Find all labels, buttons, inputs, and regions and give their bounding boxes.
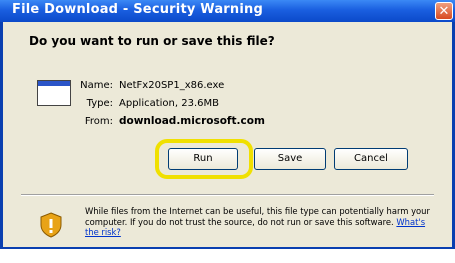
name-value: NetFx20SP1_x86.exe bbox=[119, 80, 225, 91]
run-button-highlight bbox=[155, 139, 253, 179]
warning-message: While files from the Internet can be use… bbox=[85, 206, 430, 227]
type-label: Type: bbox=[86, 98, 113, 109]
dialog-title: File Download - Security Warning bbox=[12, 2, 263, 17]
from-value: download.microsoft.com bbox=[119, 115, 265, 127]
cancel-button[interactable]: Cancel bbox=[334, 148, 408, 170]
prompt-question: Do you want to run or save this file? bbox=[29, 34, 275, 48]
close-button[interactable]: ✕ bbox=[435, 2, 453, 20]
type-value: Application, 23.6MB bbox=[119, 98, 219, 109]
security-warning-text: While files from the Internet can be use… bbox=[85, 206, 435, 238]
security-shield-icon bbox=[40, 212, 62, 238]
divider bbox=[21, 194, 434, 196]
from-label: From: bbox=[84, 116, 113, 127]
title-bar[interactable]: File Download - Security Warning ✕ bbox=[0, 0, 455, 22]
security-warning-dialog: File Download - Security Warning ✕ Do yo… bbox=[0, 0, 455, 249]
name-label: Name: bbox=[80, 80, 113, 91]
save-button[interactable]: Save bbox=[254, 148, 326, 170]
